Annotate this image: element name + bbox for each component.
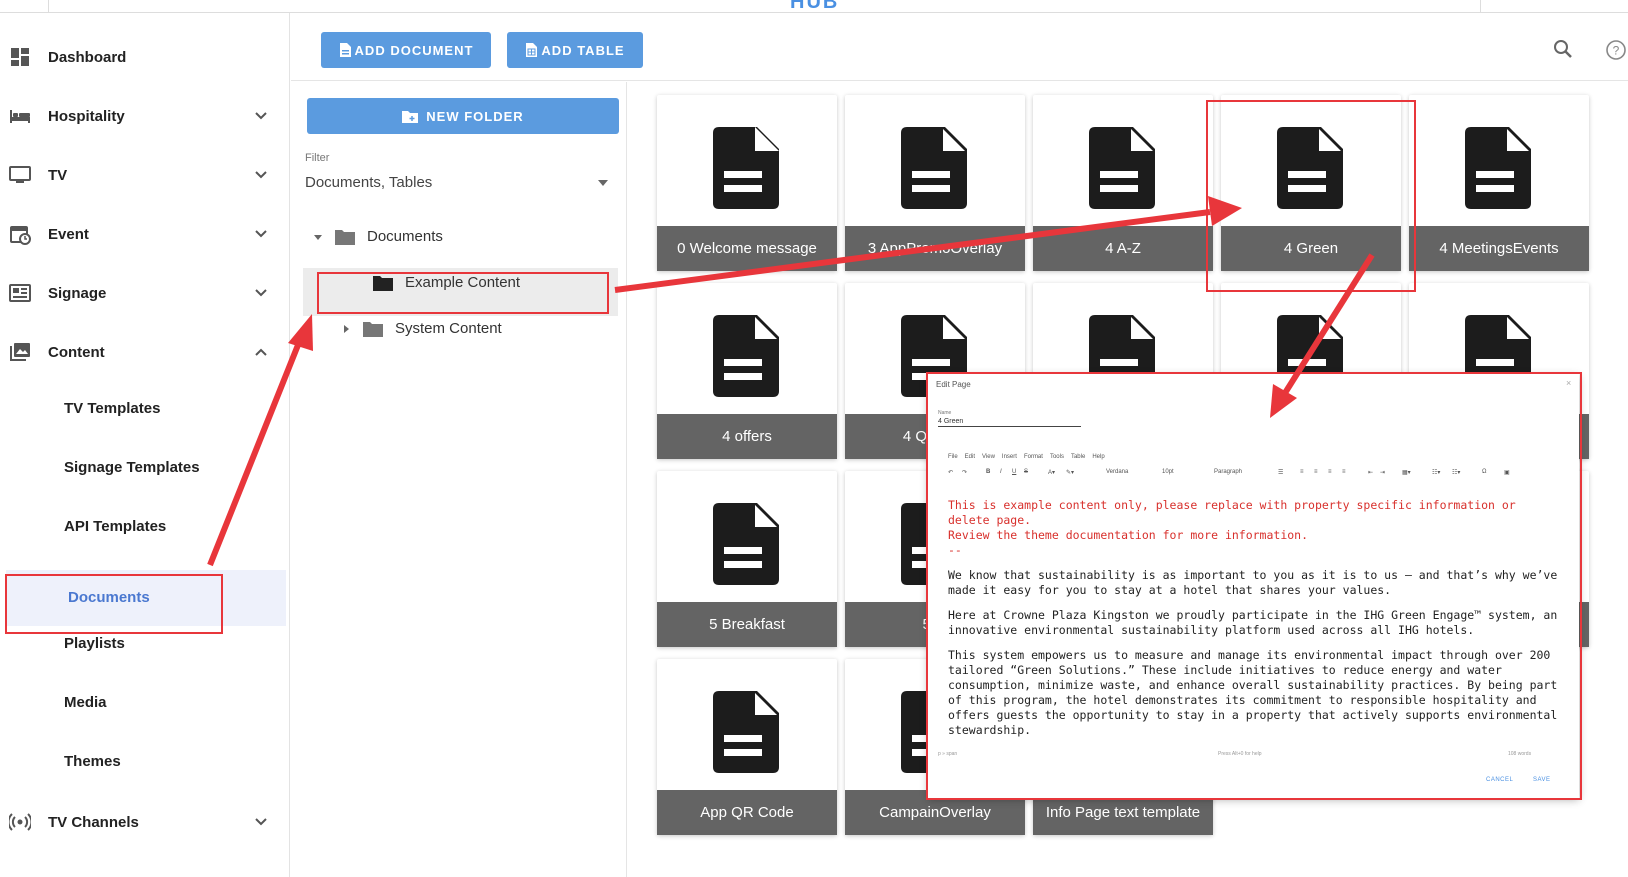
arrow-icon	[1270, 253, 1375, 418]
annotation-arrows	[207, 196, 1375, 567]
arrow-icon	[614, 196, 1242, 293]
arrow-icon	[207, 314, 313, 567]
